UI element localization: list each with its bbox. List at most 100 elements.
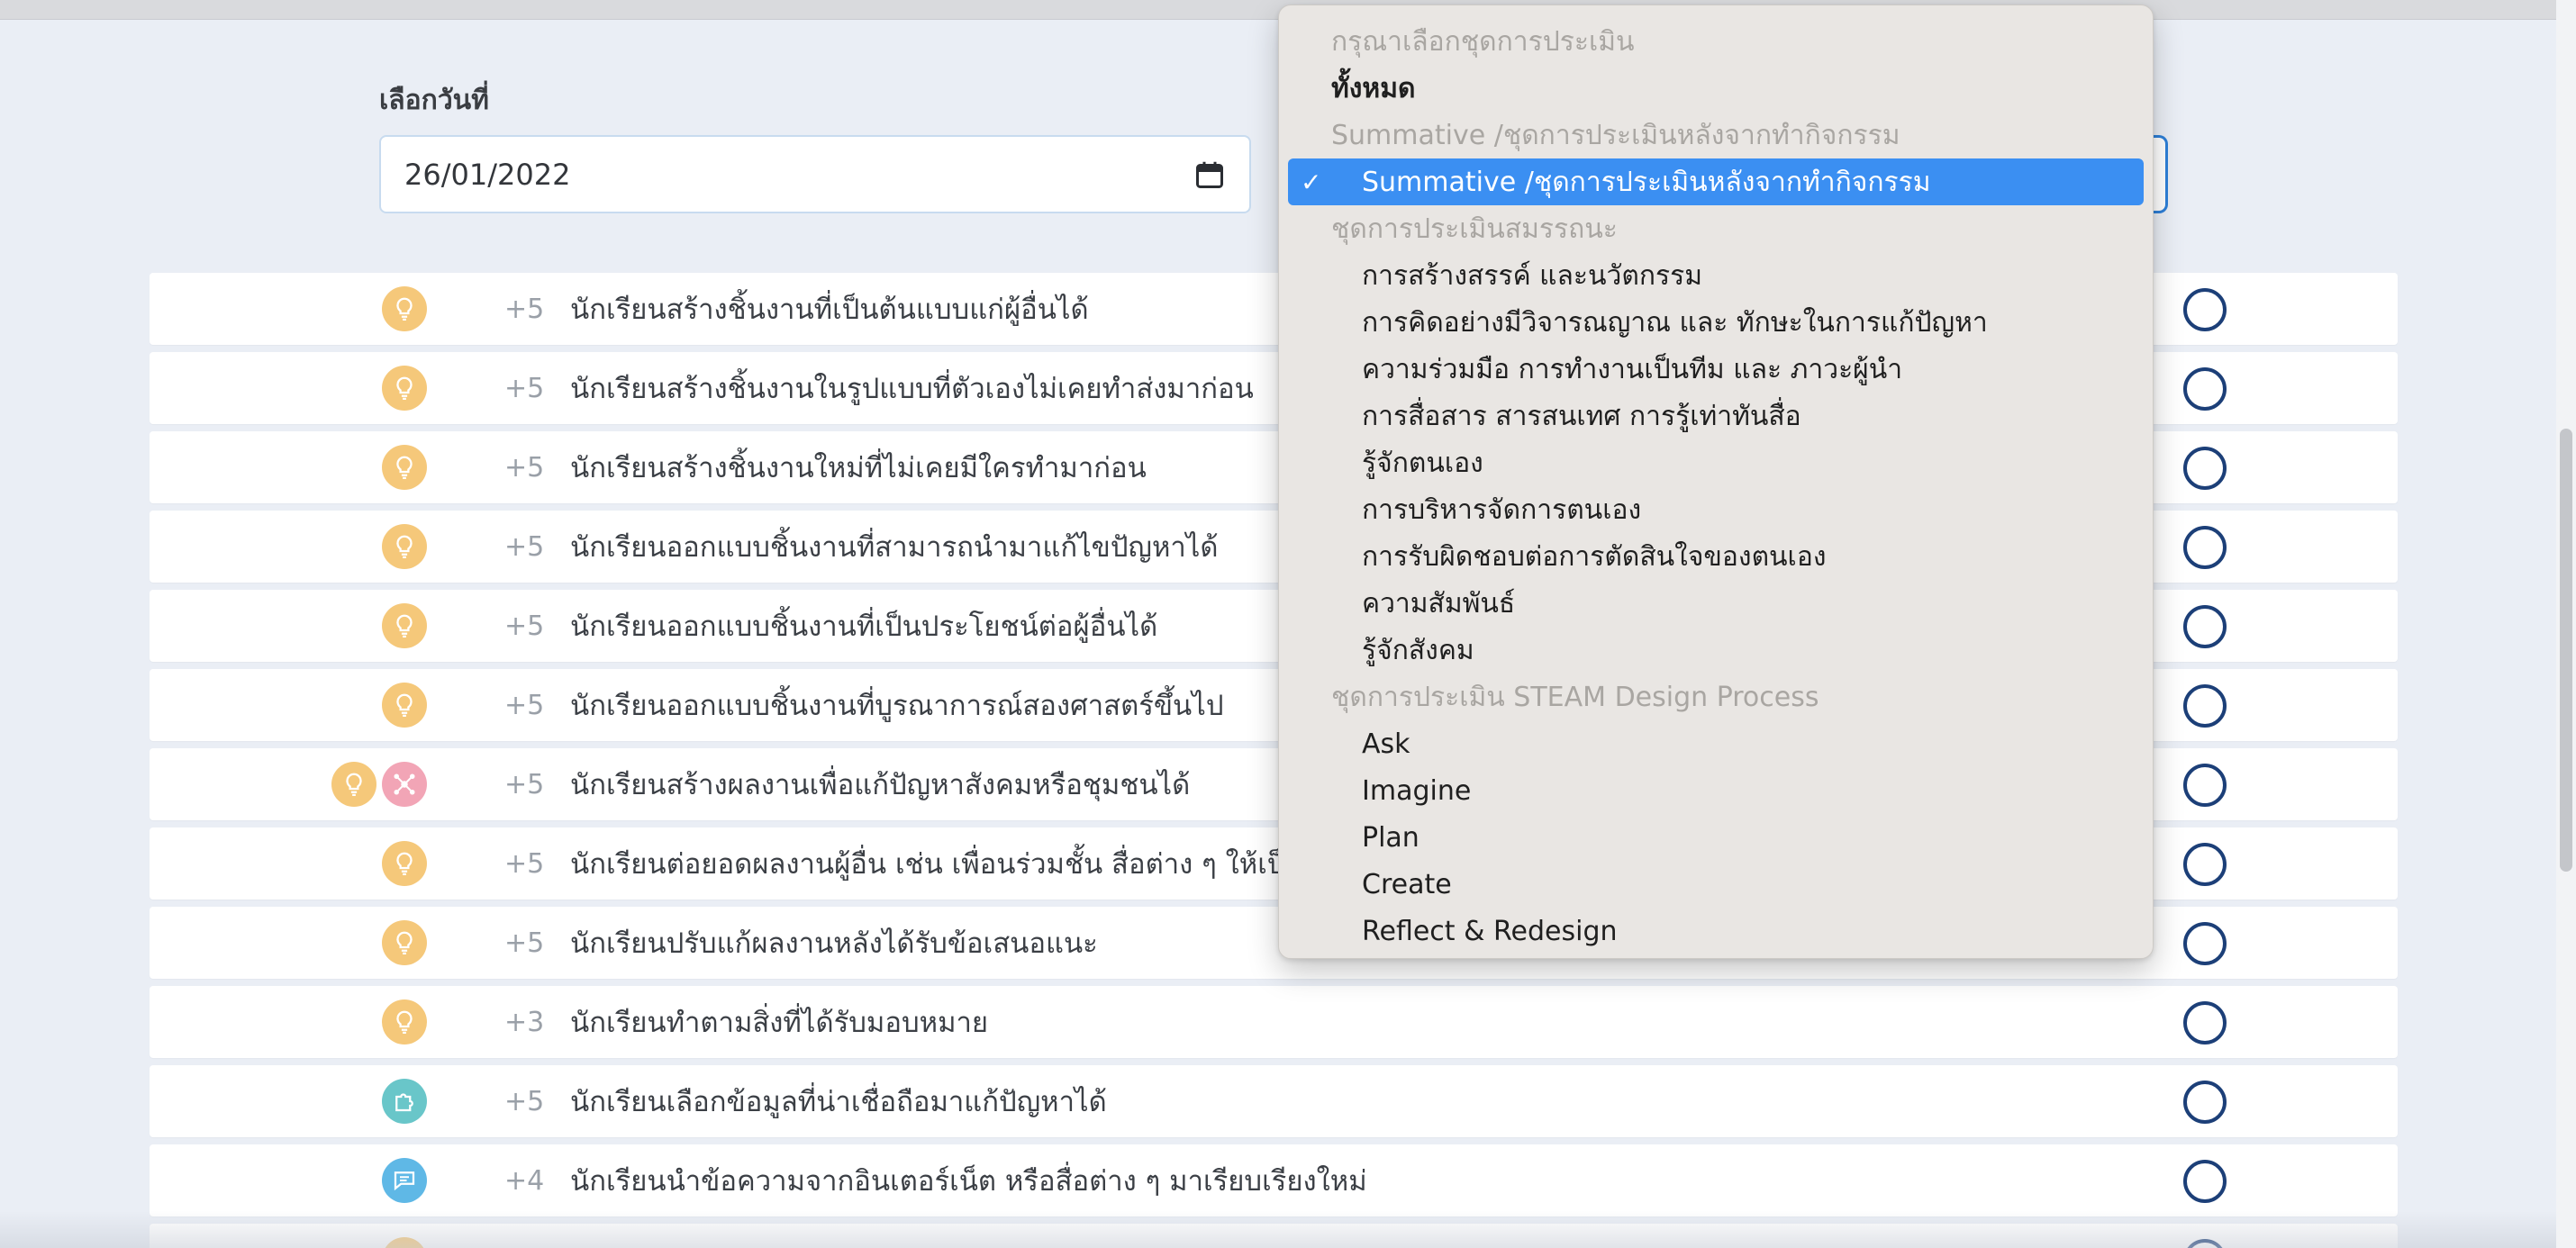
criteria-text: นักเรียนสร้างชิ้นงานในรูปแบบที่ตัวเองไม่… (570, 373, 1254, 405)
lightbulb-icon (382, 366, 427, 411)
dropdown-item-label: Reflect & Redesign (1362, 915, 1618, 947)
criteria-icons (382, 445, 427, 490)
dropdown-option[interactable]: รู้จักสังคม (1288, 627, 2144, 674)
criteria-icons (382, 286, 427, 331)
criteria-text: นักเรียนสร้างชิ้นงานที่เป็นต้นแบบแก่ผู้อ… (570, 294, 1089, 326)
dropdown-group-header: ชุดการประเมิน STEAM Design Process (1288, 674, 2144, 720)
criteria-radio[interactable] (2183, 764, 2227, 807)
date-value: 26/01/2022 (404, 157, 571, 192)
dropdown-option[interactable]: การสร้างสรรค์ และนวัตกรรม (1288, 252, 2144, 299)
scrollbar-thumb[interactable] (2560, 429, 2572, 872)
lightbulb-icon (382, 841, 427, 886)
criteria-icons (382, 999, 427, 1045)
date-input[interactable]: 26/01/2022 (379, 135, 1251, 213)
criteria-points: +5 (504, 768, 545, 800)
criteria-radio[interactable] (2183, 1160, 2227, 1203)
dropdown-group-header: กรุณาเลือกชุดการประเมิน (1288, 18, 2144, 65)
calendar-icon[interactable] (1193, 158, 1226, 191)
criteria-icons (382, 920, 427, 965)
criteria-radio[interactable] (2183, 447, 2227, 490)
criteria-points: +5 (504, 530, 545, 563)
criteria-radio[interactable] (2183, 922, 2227, 965)
dropdown-item-label: Summative /ชุดการประเมินหลังจากทำกิจกรรม (1362, 166, 1931, 198)
criteria-radio[interactable] (2183, 843, 2227, 886)
criteria-icons (382, 603, 427, 648)
dropdown-item-label: ทั้งหมด (1331, 72, 1416, 104)
dropdown-item-label: กรุณาเลือกชุดการประเมิน (1331, 25, 1635, 58)
lightbulb-icon (331, 762, 376, 807)
criteria-radio[interactable] (2183, 367, 2227, 411)
bottom-fade (0, 1211, 2556, 1248)
criteria-points: +5 (504, 372, 545, 404)
criteria-icons (382, 683, 427, 728)
dropdown-option-selected[interactable]: ✓ Summative /ชุดการประเมินหลังจากทำกิจกรร… (1288, 158, 2144, 205)
dropdown-option[interactable]: รู้จักตนเอง (1288, 439, 2144, 486)
dropdown-item-label: ชุดการประเมินสมรรถนะ (1331, 213, 1618, 245)
dropdown-item-label: การรับผิดชอบต่อการตัดสินใจของตนเอง (1362, 540, 1827, 573)
dropdown-option[interactable]: Imagine (1288, 767, 2144, 814)
dropdown-item-label: ชุดการประเมิน STEAM Design Process (1331, 681, 1819, 713)
dropdown-item-label: การคิดอย่างมีวิจารณญาณ และ ทักษะในการแก้… (1362, 306, 1988, 339)
criteria-icons (382, 841, 427, 886)
criteria-points: +5 (504, 293, 545, 325)
criteria-text: นักเรียนนำข้อความจากอินเตอร์เน็ต หรือสื่… (570, 1165, 1367, 1198)
criteria-points: +5 (504, 451, 545, 484)
criteria-points: +5 (504, 1085, 545, 1117)
criteria-radio[interactable] (2183, 288, 2227, 331)
dropdown-option[interactable]: ความร่วมมือ การทำงานเป็นทีม และ ภาวะผู้น… (1288, 346, 2144, 393)
dropdown-item-label: การบริหารจัดการตนเอง (1362, 493, 1642, 526)
criteria-text: นักเรียนออกแบบชิ้นงานที่สามารถนำมาแก้ไขป… (570, 531, 1219, 564)
dropdown-item-label: ความร่วมมือ การทำงานเป็นทีม และ ภาวะผู้น… (1362, 353, 1903, 385)
lightbulb-icon (382, 603, 427, 648)
dropdown-item-label: Create (1362, 868, 1452, 900)
criteria-text: นักเรียนสร้างผลงานเพื่อแก้ปัญหาสังคมหรือ… (570, 769, 1191, 801)
dropdown-option[interactable]: Plan (1288, 814, 2144, 861)
criteria-row[interactable]: +3 นักเรียนทำตามสิ่งที่ได้รับมอบหมาย (150, 986, 2398, 1058)
criteria-points: +4 (504, 1164, 545, 1197)
dropdown-item-label: Plan (1362, 821, 1420, 854)
criteria-icons (331, 762, 427, 807)
assessment-dropdown-menu: กรุณาเลือกชุดการประเมินทั้งหมด Summative … (1278, 5, 2154, 959)
dropdown-item-label: รู้จักตนเอง (1362, 447, 1483, 479)
criteria-icons (382, 524, 427, 569)
lightbulb-icon (382, 999, 427, 1045)
dropdown-option[interactable]: การคิดอย่างมีวิจารณญาณ และ ทักษะในการแก้… (1288, 299, 2144, 346)
criteria-radio[interactable] (2183, 605, 2227, 648)
dropdown-option[interactable]: การสื่อสาร สารสนเทศ การรู้เท่าทันสื่อ (1288, 393, 2144, 439)
page-scrollbar[interactable] (2556, 0, 2576, 1248)
dropdown-option[interactable]: ความสัมพันธ์ (1288, 580, 2144, 627)
criteria-points: +3 (504, 1006, 545, 1038)
dropdown-option[interactable]: Create (1288, 861, 2144, 908)
criteria-points: +5 (504, 847, 545, 880)
criteria-radio[interactable] (2183, 526, 2227, 569)
dropdown-option[interactable]: Reflect & Redesign (1288, 908, 2144, 954)
criteria-text: นักเรียนทำตามสิ่งที่ได้รับมอบหมาย (570, 1007, 989, 1039)
lightbulb-icon (382, 286, 427, 331)
dropdown-item-label: ความสัมพันธ์ (1362, 587, 1516, 619)
criteria-row[interactable]: +5 นักเรียนเลือกข้อมูลที่น่าเชื่อถือมาแก้… (150, 1065, 2398, 1137)
lightbulb-icon (382, 445, 427, 490)
criteria-radio[interactable] (2183, 1081, 2227, 1124)
puzzle-icon (382, 1079, 427, 1124)
criteria-text: นักเรียนต่อยอดผลงานผู้อื่น เช่น เพื่อนร่… (570, 848, 1304, 881)
chat-icon (382, 1158, 427, 1203)
criteria-radio[interactable] (2183, 684, 2227, 728)
lightbulb-icon (382, 683, 427, 728)
dropdown-item-label: Imagine (1362, 774, 1472, 807)
criteria-row[interactable]: +4 นักเรียนนำข้อความจากอินเตอร์เน็ต หรือส… (150, 1144, 2398, 1216)
lightbulb-icon (382, 524, 427, 569)
criteria-points: +5 (504, 610, 545, 642)
dropdown-item-label: การสื่อสาร สารสนเทศ การรู้เท่าทันสื่อ (1362, 400, 1801, 432)
dropdown-option[interactable]: การรับผิดชอบต่อการตัดสินใจของตนเอง (1288, 533, 2144, 580)
dropdown-option[interactable]: Ask (1288, 720, 2144, 767)
dropdown-option[interactable]: ทั้งหมด (1288, 65, 2144, 112)
dropdown-item-label: Summative /ชุดการประเมินหลังจากทำกิจกรรม (1331, 119, 1900, 151)
criteria-radio[interactable] (2183, 1001, 2227, 1045)
criteria-points: +5 (504, 689, 545, 721)
checkmark-icon: ✓ (1301, 167, 1322, 197)
dropdown-item-label: รู้จักสังคม (1362, 634, 1474, 666)
criteria-text: นักเรียนออกแบบชิ้นงานที่เป็นประโยชน์ต่อผ… (570, 610, 1158, 643)
network-icon (382, 762, 427, 807)
dropdown-option[interactable]: การบริหารจัดการตนเอง (1288, 486, 2144, 533)
dropdown-item-label: การสร้างสรรค์ และนวัตกรรม (1362, 259, 1703, 292)
